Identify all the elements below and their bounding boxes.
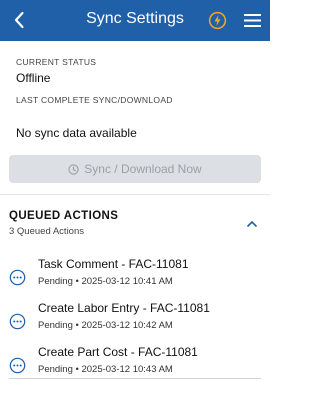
current-status-value: Offline xyxy=(16,71,51,85)
queued-action-meta: Pending • 2025-03-12 10:41 AM xyxy=(38,276,173,287)
page-title: Sync Settings xyxy=(86,10,184,27)
more-horizontal-circle-icon[interactable] xyxy=(9,357,26,374)
queued-action-item[interactable]: Create Part Cost - FAC-11081 Pending • 2… xyxy=(0,345,270,389)
sync-download-button[interactable]: Sync / Download Now xyxy=(9,155,261,183)
last-sync-label: LAST COMPLETE SYNC/DOWNLOAD xyxy=(16,95,173,105)
queued-action-name: Task Comment - FAC-11081 xyxy=(38,257,189,271)
queued-action-meta: Pending • 2025-03-12 10:42 AM xyxy=(38,320,173,331)
section-divider xyxy=(0,194,270,195)
queued-action-item[interactable]: Task Comment - FAC-11081 Pending • 2025-… xyxy=(0,257,270,301)
list-bottom-divider xyxy=(9,378,261,379)
more-horizontal-circle-icon[interactable] xyxy=(9,313,26,330)
more-horizontal-circle-icon[interactable] xyxy=(9,269,26,286)
menu-button[interactable] xyxy=(243,12,262,29)
last-sync-value: No sync data available xyxy=(16,126,137,140)
hamburger-menu-icon xyxy=(244,14,261,27)
sync-download-label: Sync / Download Now xyxy=(84,162,202,176)
app-header: Sync Settings xyxy=(0,0,270,41)
queued-action-name: Create Labor Entry - FAC-11081 xyxy=(38,301,210,315)
current-status-label: CURRENT STATUS xyxy=(16,57,97,67)
queued-action-meta: Pending • 2025-03-12 10:43 AM xyxy=(38,364,173,375)
lightning-bolt-icon xyxy=(208,11,227,30)
sync-clock-icon xyxy=(68,163,79,175)
collapse-queue-button[interactable] xyxy=(245,216,259,227)
sync-settings-screen: Sync Settings CURRENT STATUS Offline LAS… xyxy=(0,0,270,396)
queued-actions-count: 3 Queued Actions xyxy=(9,226,84,237)
queued-action-item[interactable]: Create Labor Entry - FAC-11081 Pending •… xyxy=(0,301,270,345)
chevron-up-icon xyxy=(247,221,257,227)
power-status-button[interactable] xyxy=(208,11,227,30)
queued-action-name: Create Part Cost - FAC-11081 xyxy=(38,345,198,359)
queued-actions-title: QUEUED ACTIONS xyxy=(9,210,119,222)
